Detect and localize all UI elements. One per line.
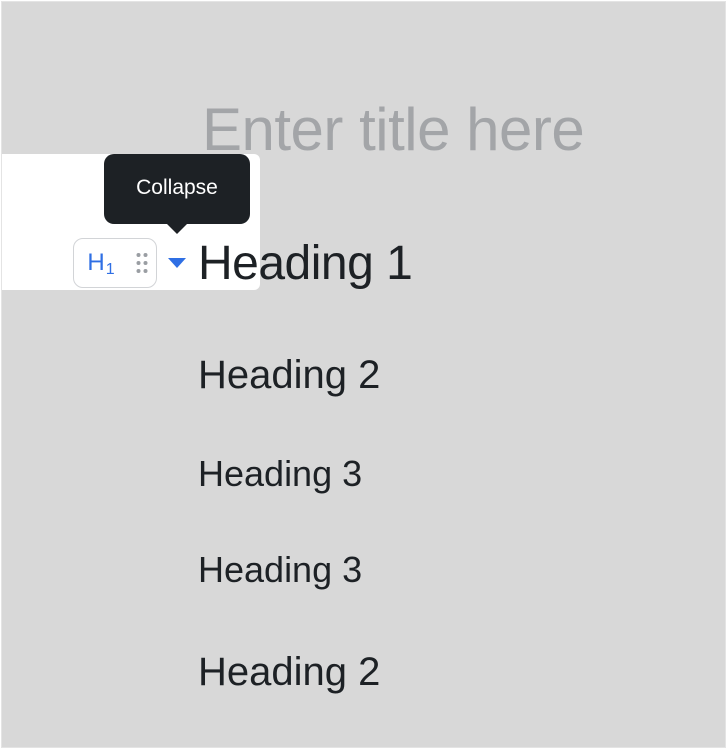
heading-block-3[interactable]: Heading 3 — [198, 451, 362, 497]
h1-icon: H1 — [87, 249, 115, 278]
heading-block-1[interactable]: Heading 1 — [198, 234, 413, 294]
heading-type-button[interactable]: H1 — [74, 239, 128, 287]
collapse-tooltip: Collapse — [104, 154, 250, 224]
drag-handle[interactable] — [128, 239, 156, 287]
tooltip-arrow — [166, 223, 188, 234]
title-input[interactable]: Enter title here — [202, 94, 585, 166]
collapse-button[interactable] — [166, 254, 188, 272]
editor-canvas: Enter title here H1 Collapse Heading 1 H… — [1, 1, 726, 748]
caret-down-icon — [168, 258, 186, 268]
block-controls: H1 — [73, 238, 157, 288]
heading-block-5[interactable]: Heading 2 — [198, 647, 380, 697]
heading-block-4[interactable]: Heading 3 — [198, 547, 362, 593]
drag-handle-icon — [136, 253, 148, 273]
tooltip-text: Collapse — [136, 176, 218, 199]
heading-block-2[interactable]: Heading 2 — [198, 350, 380, 400]
